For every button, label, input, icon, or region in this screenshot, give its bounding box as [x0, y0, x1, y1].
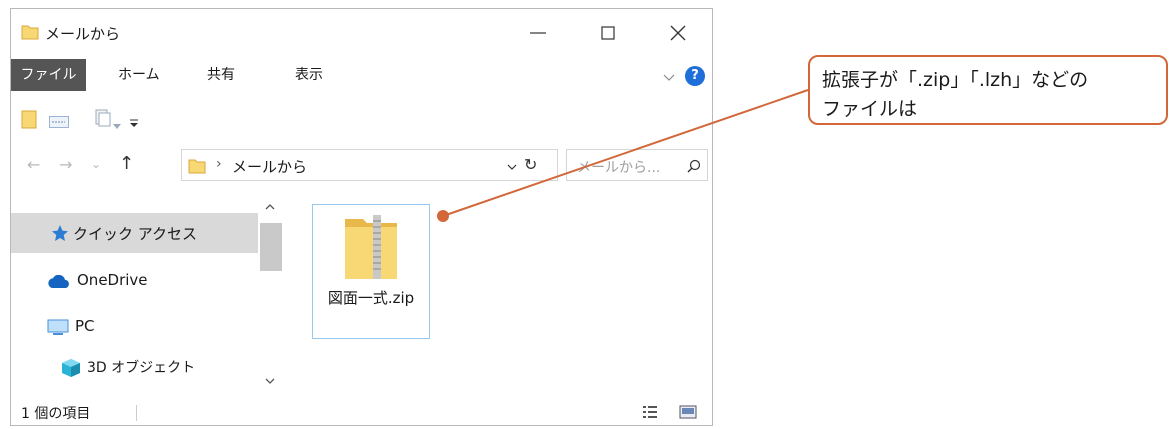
- search-placeholder: メールから...: [577, 160, 661, 176]
- forward-arrow-icon[interactable]: →: [59, 155, 72, 174]
- status-divider: [136, 405, 137, 421]
- callout-text-line1: 拡張子が「.zip」「.lzh」などの: [822, 69, 1089, 91]
- minimize-icon: [528, 23, 548, 47]
- recent-locations-icon[interactable]: ⌄: [91, 157, 101, 171]
- sidebar-item-label: 3D オブジェクト: [87, 360, 196, 376]
- sidebar-item-quick-access[interactable]: クイック アクセス: [11, 213, 258, 253]
- cube-icon: [61, 358, 81, 382]
- chevron-down-icon[interactable]: [113, 115, 121, 134]
- navigation-bar: ← → ⌄ ↑ › メールから ↻ メールから...: [11, 147, 712, 183]
- file-item[interactable]: 図面一式.zip: [312, 204, 430, 339]
- sidebar-item-3d-objects[interactable]: 3D オブジェクト: [11, 347, 258, 387]
- tab-home[interactable]: ホーム: [108, 59, 170, 91]
- cloud-icon: [47, 274, 71, 293]
- maximize-button[interactable]: [574, 9, 644, 55]
- breadcrumb[interactable]: メールから: [232, 156, 307, 177]
- tab-file[interactable]: ファイル: [11, 59, 86, 91]
- new-folder-icon[interactable]: [95, 109, 111, 131]
- up-arrow-icon[interactable]: ↑: [119, 153, 134, 174]
- address-bar[interactable]: › メールから ↻: [181, 149, 558, 181]
- close-icon: [668, 23, 688, 47]
- breadcrumb-separator[interactable]: ›: [216, 156, 222, 172]
- expand-ribbon-chevron-icon[interactable]: [662, 69, 676, 88]
- navigation-pane: クイック アクセス OneDrive PC 3D オブジェクト: [11, 195, 283, 393]
- properties-icon[interactable]: [49, 113, 69, 132]
- help-icon[interactable]: ?: [685, 66, 705, 86]
- star-icon: [51, 224, 69, 246]
- folder-icon: [188, 157, 206, 179]
- sidebar-item-label: OneDrive: [77, 271, 148, 289]
- tab-view[interactable]: 表示: [285, 59, 333, 91]
- title-bar[interactable]: メールから: [11, 9, 712, 55]
- sidebar-item-onedrive[interactable]: OneDrive: [11, 261, 258, 301]
- explorer-window: メールから ファイル ホーム 共有 表示 ? ← → ⌄ ↑ › メールから ↻…: [10, 8, 713, 426]
- minimize-button[interactable]: [504, 9, 574, 55]
- sidebar-item-label: クイック アクセス: [73, 225, 198, 243]
- callout-text-line2: ファイルは: [822, 98, 918, 120]
- status-bar: 1 個の項目: [11, 399, 712, 425]
- sidebar-item-label: PC: [75, 317, 95, 335]
- refresh-icon[interactable]: ↻: [524, 155, 537, 174]
- scroll-down-icon[interactable]: [264, 375, 276, 389]
- item-count: 1 個の項目: [21, 406, 91, 422]
- address-dropdown-icon[interactable]: [506, 158, 518, 177]
- details-view-icon[interactable]: [642, 404, 658, 424]
- large-icons-view-icon[interactable]: [679, 404, 697, 424]
- scrollbar-thumb[interactable]: [260, 223, 282, 271]
- customize-toolbar-icon[interactable]: [129, 113, 139, 132]
- search-input[interactable]: メールから...: [566, 149, 708, 181]
- tab-share[interactable]: 共有: [197, 59, 245, 91]
- maximize-icon: [598, 23, 618, 47]
- callout-box: 拡張子が「.zip」「.lzh」などの ファイルは: [808, 55, 1168, 125]
- ribbon-tabs: ファイル ホーム 共有 表示 ?: [11, 59, 712, 95]
- window-title: メールから: [45, 25, 121, 43]
- close-button[interactable]: [644, 9, 712, 55]
- file-name: 図面一式.zip: [327, 289, 415, 307]
- search-icon: [687, 158, 701, 177]
- zip-folder-icon: [343, 215, 399, 285]
- folder-icon[interactable]: [21, 109, 39, 133]
- sidebar-item-pc[interactable]: PC: [11, 307, 258, 347]
- nav-pane-scrollbar[interactable]: [258, 195, 282, 393]
- monitor-icon: [47, 319, 69, 341]
- quick-access-toolbar: [11, 105, 712, 133]
- folder-icon: [21, 23, 39, 45]
- scroll-up-icon[interactable]: [264, 201, 276, 215]
- back-arrow-icon[interactable]: ←: [27, 155, 40, 174]
